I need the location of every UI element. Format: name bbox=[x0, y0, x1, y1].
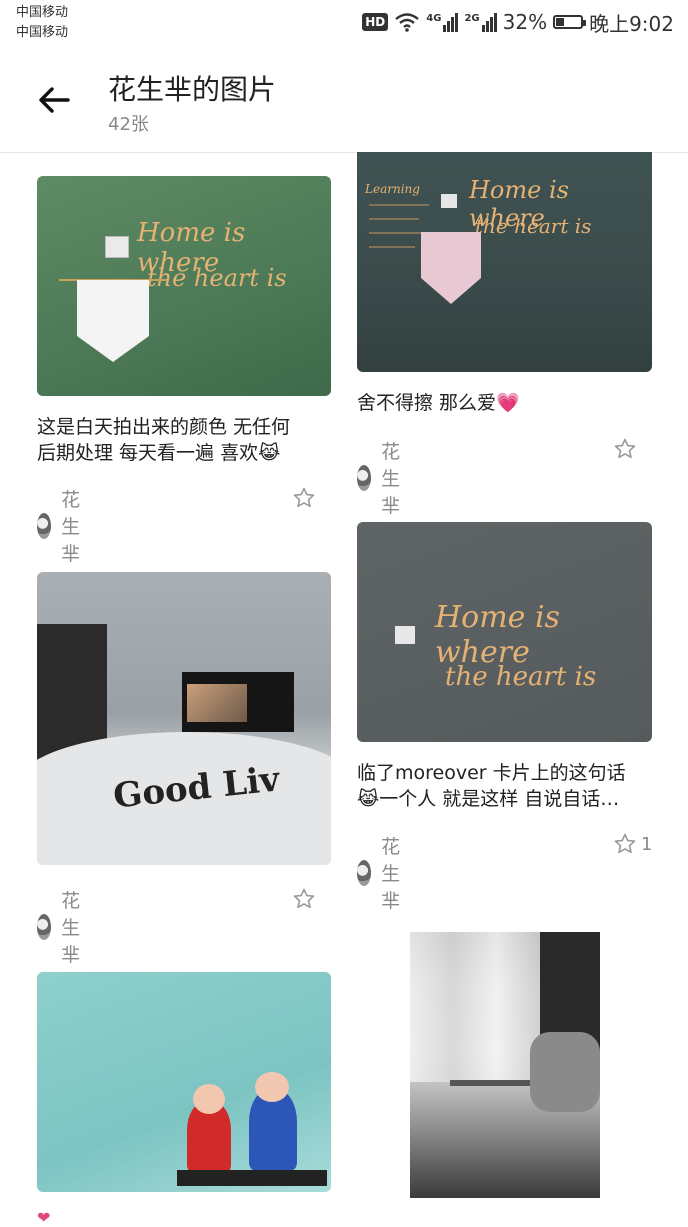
carrier-1: 中国移动 bbox=[16, 5, 69, 20]
like-count: 1 bbox=[641, 833, 653, 855]
star-icon bbox=[293, 888, 315, 909]
avatar[interactable] bbox=[357, 859, 372, 886]
clock: 晚上9:02 bbox=[589, 11, 674, 36]
wifi-icon bbox=[395, 13, 420, 32]
post-photo[interactable]: Home is where the heart is Learning bbox=[357, 152, 652, 372]
carrier-2: 中国移动 bbox=[16, 25, 69, 40]
hd-icon: HD bbox=[362, 13, 389, 31]
post-photo[interactable] bbox=[37, 972, 331, 1192]
like-button[interactable] bbox=[292, 486, 320, 510]
post-author[interactable]: 花生芈 bbox=[37, 886, 92, 967]
post-caption[interactable]: 临了moreover 卡片上的这句话 😹一个人 就是这样 自说自话… bbox=[357, 760, 657, 812]
signal-4g-icon: 4G bbox=[426, 12, 459, 32]
like-button[interactable] bbox=[292, 887, 316, 911]
post-photo[interactable]: Home is where the heart is bbox=[357, 522, 652, 742]
app-header: 花生芈的图片 42张 bbox=[0, 48, 688, 153]
avatar[interactable] bbox=[37, 913, 52, 940]
battery-icon bbox=[553, 15, 587, 29]
heart-icon: ❤ bbox=[37, 1208, 51, 1227]
star-icon bbox=[614, 833, 636, 854]
avatar[interactable] bbox=[37, 512, 52, 539]
post-caption[interactable]: 这是白天拍出来的颜色 无任何 后期处理 每天看一遍 喜欢😹 bbox=[37, 414, 337, 466]
like-button[interactable]: 1 bbox=[613, 832, 652, 856]
post-caption[interactable]: 舍不得擦 那么爱💗 bbox=[357, 390, 657, 416]
star-icon bbox=[614, 438, 636, 459]
post-author[interactable]: 花生芈 bbox=[37, 485, 92, 566]
avatar[interactable] bbox=[357, 464, 372, 491]
star-icon bbox=[293, 487, 315, 508]
post-photo[interactable]: Good Liv bbox=[37, 572, 331, 865]
status-bar: 中国移动 中国移动 HD 4G 2G 32% 晚上9:02 bbox=[0, 0, 688, 48]
page-title: 花生芈的图片 bbox=[108, 73, 277, 106]
photo-count: 42张 bbox=[108, 114, 149, 135]
battery-percent: 32% bbox=[502, 10, 548, 34]
back-arrow-icon[interactable] bbox=[34, 80, 74, 120]
post-photo[interactable] bbox=[410, 932, 600, 1198]
post-author[interactable]: 花生芈 bbox=[357, 437, 412, 518]
post-author[interactable]: 花生芈 bbox=[357, 832, 412, 913]
signal-2g-icon: 2G bbox=[464, 12, 497, 32]
like-button[interactable] bbox=[613, 437, 641, 461]
post-photo[interactable]: Home is where the heart is bbox=[37, 176, 331, 396]
